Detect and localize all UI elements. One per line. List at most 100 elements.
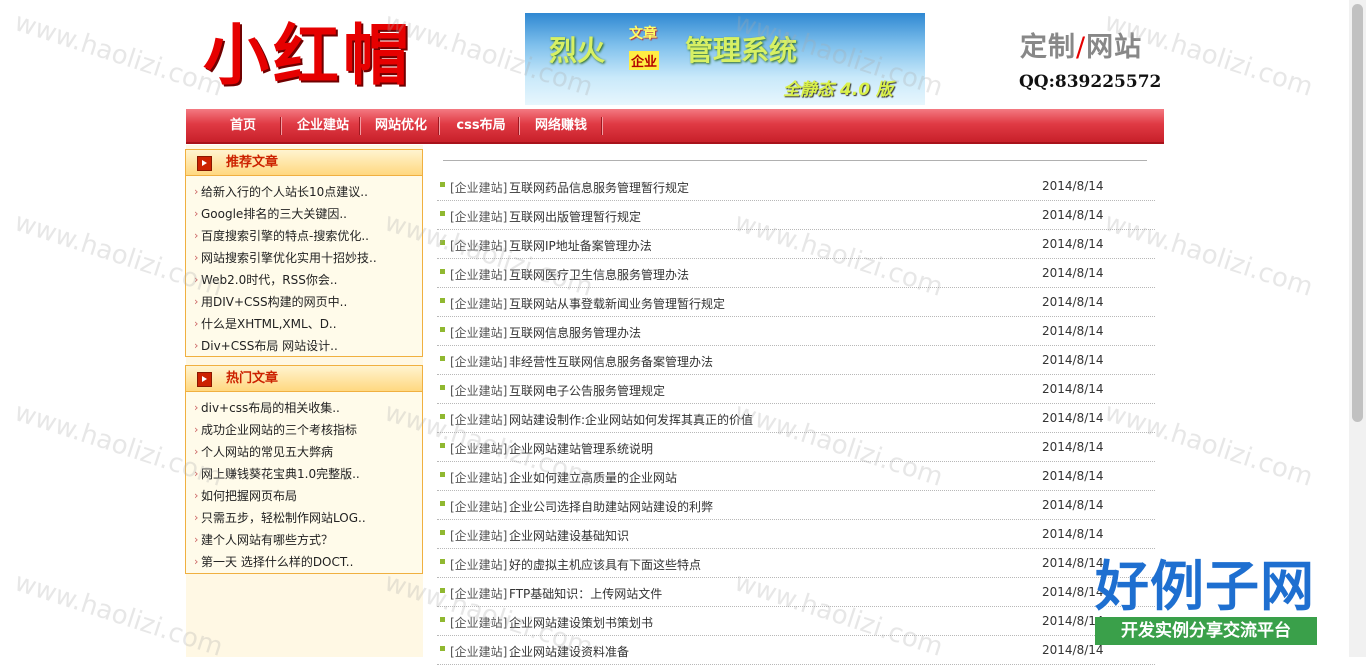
article-row[interactable]: [企业建站] 网站建设制作:企业网站如何发挥其真正的价值 2014/8/14: [437, 404, 1155, 433]
hot-item[interactable]: 个人网站的常见五大弊病: [186, 441, 422, 463]
bullet-icon: [440, 617, 445, 622]
article-row[interactable]: [企业建站] 互联网电子公告服务管理规定 2014/8/14: [437, 375, 1155, 404]
article-category[interactable]: [企业建站]: [450, 411, 507, 428]
article-title[interactable]: 互联网出版管理暂行规定: [509, 208, 641, 225]
hot-item[interactable]: 成功企业网站的三个考核指标: [186, 419, 422, 441]
article-title[interactable]: 互联网电子公告服务管理规定: [509, 382, 665, 399]
page-scrollbar[interactable]: [1349, 0, 1366, 657]
article-category[interactable]: [企业建站]: [450, 208, 507, 225]
nav-item-earn[interactable]: 网络赚钱: [528, 109, 594, 142]
recommended-header: 推荐文章: [186, 150, 422, 176]
article-category[interactable]: [企业建站]: [450, 556, 507, 573]
banner-tag-bottom: 企业: [629, 51, 660, 70]
article-category[interactable]: [企业建站]: [450, 266, 507, 283]
article-title[interactable]: 互联网信息服务管理办法: [509, 324, 641, 341]
hot-item[interactable]: 第一天 选择什么样的DOCT..: [186, 551, 422, 573]
recommended-item[interactable]: 给新入行的个人站长10点建议..: [186, 181, 422, 203]
article-list: [企业建站] 互联网药品信息服务管理暂行规定 2014/8/14 [企业建站] 互联网出…: [437, 172, 1155, 665]
article-date: 2014/8/14: [1042, 411, 1104, 425]
recommended-item[interactable]: 什么是XHTML,XML、D..: [186, 313, 422, 335]
hot-item[interactable]: div+css布局的相关收集..: [186, 397, 422, 419]
article-category[interactable]: [企业建站]: [450, 382, 507, 399]
article-date: 2014/8/14: [1042, 440, 1104, 454]
article-row[interactable]: [企业建站] 企业网站建站管理系统说明 2014/8/14: [437, 433, 1155, 462]
article-category[interactable]: [企业建站]: [450, 643, 507, 660]
hot-item[interactable]: 只需五步，轻松制作网站LOG..: [186, 507, 422, 529]
article-row[interactable]: [企业建站] 互联网医疗卫生信息服务管理办法 2014/8/14: [437, 259, 1155, 288]
article-category[interactable]: [企业建站]: [450, 324, 507, 341]
article-date: 2014/8/14: [1042, 208, 1104, 222]
article-title[interactable]: 互联网药品信息服务管理暂行规定: [509, 179, 689, 196]
article-category[interactable]: [企业建站]: [450, 585, 507, 602]
bullet-icon: [440, 559, 445, 564]
arrow-square-icon: [197, 372, 212, 387]
scrollbar-thumb[interactable]: [1352, 4, 1363, 422]
article-title[interactable]: 网站建设制作:企业网站如何发挥其真正的价值: [509, 411, 753, 428]
recommended-item[interactable]: Div+CSS布局 网站设计..: [186, 335, 422, 357]
bullet-icon: [440, 414, 445, 419]
article-category[interactable]: [企业建站]: [450, 353, 507, 370]
article-row[interactable]: [企业建站] 互联网IP地址备案管理办法 2014/8/14: [437, 230, 1155, 259]
article-row[interactable]: [企业建站] 互联网出版管理暂行规定 2014/8/14: [437, 201, 1155, 230]
article-category[interactable]: [企业建站]: [450, 440, 507, 457]
article-category[interactable]: [企业建站]: [450, 295, 507, 312]
article-title[interactable]: 企业网站建设基础知识: [509, 527, 629, 544]
article-row[interactable]: [企业建站] 互联网药品信息服务管理暂行规定 2014/8/14: [437, 172, 1155, 201]
article-row[interactable]: [企业建站] 企业公司选择自助建站网站建设的利弊 2014/8/14: [437, 491, 1155, 520]
article-row[interactable]: [企业建站] FTP基础知识：上传网站文件 2014/8/14: [437, 578, 1155, 607]
article-row[interactable]: [企业建站] 企业网站建设资料准备 2014/8/14: [437, 636, 1155, 665]
nav-item-home[interactable]: 首页: [216, 109, 270, 142]
article-category[interactable]: [企业建站]: [450, 237, 507, 254]
article-title[interactable]: 互联网医疗卫生信息服务管理办法: [509, 266, 689, 283]
recommended-item[interactable]: Google排名的三大关键因..: [186, 203, 422, 225]
article-title[interactable]: 互联网IP地址备案管理办法: [509, 237, 652, 254]
nav-item-enterprise[interactable]: 企业建站: [290, 109, 356, 142]
nav-item-css[interactable]: css布局: [448, 109, 514, 142]
article-date: 2014/8/14: [1042, 295, 1104, 309]
article-title[interactable]: 互联网站从事登载新闻业务管理暂行规定: [509, 295, 725, 312]
arrow-square-icon: [197, 156, 212, 171]
article-row[interactable]: [企业建站] 互联网信息服务管理办法 2014/8/14: [437, 317, 1155, 346]
article-date: 2014/8/14: [1042, 469, 1104, 483]
article-category[interactable]: [企业建站]: [450, 179, 507, 196]
watermark-text: www.haolizi.com: [10, 7, 227, 103]
article-row[interactable]: [企业建站] 企业网站建设基础知识 2014/8/14: [437, 520, 1155, 549]
article-row[interactable]: [企业建站] 好的虚拟主机应该具有下面这些特点 2014/8/14: [437, 549, 1155, 578]
article-title[interactable]: 好的虚拟主机应该具有下面这些特点: [509, 556, 701, 573]
main-nav: 首页 企业建站 网站优化 css布局 网络赚钱: [186, 109, 1164, 144]
article-title[interactable]: 企业如何建立高质量的企业网站: [509, 469, 677, 486]
hot-item[interactable]: 网上赚钱葵花宝典1.0完整版..: [186, 463, 422, 485]
article-title[interactable]: FTP基础知识：上传网站文件: [509, 585, 662, 602]
recommended-title: 推荐文章: [226, 155, 279, 170]
article-category[interactable]: [企业建站]: [450, 469, 507, 486]
bullet-icon: [440, 588, 445, 593]
recommended-item[interactable]: 百度搜索引擎的特点-搜索优化..: [186, 225, 422, 247]
article-category[interactable]: [企业建站]: [450, 527, 507, 544]
article-title[interactable]: 非经营性互联网信息服务备案管理办法: [509, 353, 713, 370]
article-title[interactable]: 企业网站建站管理系统说明: [509, 440, 653, 457]
recommended-item[interactable]: 网站搜索引擎优化实用十招妙技..: [186, 247, 422, 269]
recommended-item[interactable]: 用DIV+CSS构建的网页中..: [186, 291, 422, 313]
bullet-icon: [440, 501, 445, 506]
banner-brand-part1: 烈火: [549, 34, 606, 67]
article-row[interactable]: [企业建站] 企业如何建立高质量的企业网站 2014/8/14: [437, 462, 1155, 491]
article-category[interactable]: [企业建站]: [450, 614, 507, 631]
article-row[interactable]: [企业建站] 互联网站从事登载新闻业务管理暂行规定 2014/8/14: [437, 288, 1155, 317]
nav-item-seo[interactable]: 网站优化: [368, 109, 434, 142]
bullet-icon: [440, 327, 445, 332]
article-row[interactable]: [企业建站] 企业网站建设策划书策划书 2014/8/14: [437, 607, 1155, 636]
brand-left: 定制: [1020, 32, 1076, 63]
article-title[interactable]: 企业公司选择自助建站网站建设的利弊: [509, 498, 713, 515]
article-title[interactable]: 企业网站建设策划书策划书: [509, 614, 653, 631]
site-logo[interactable]: 小红帽: [203, 14, 413, 96]
recommended-item[interactable]: Web2.0时代，RSS你会..: [186, 269, 422, 291]
article-date: 2014/8/14: [1042, 498, 1104, 512]
article-category[interactable]: [企业建站]: [450, 498, 507, 515]
article-row[interactable]: [企业建站] 非经营性互联网信息服务备案管理办法 2014/8/14: [437, 346, 1155, 375]
nav-separator: [518, 117, 520, 135]
banner-brand-part2: 管理系统: [685, 34, 798, 67]
article-title[interactable]: 企业网站建设资料准备: [509, 643, 629, 660]
hot-item[interactable]: 如何把握网页布局: [186, 485, 422, 507]
bullet-icon: [440, 356, 445, 361]
hot-item[interactable]: 建个人网站有哪些方式？: [186, 529, 422, 551]
